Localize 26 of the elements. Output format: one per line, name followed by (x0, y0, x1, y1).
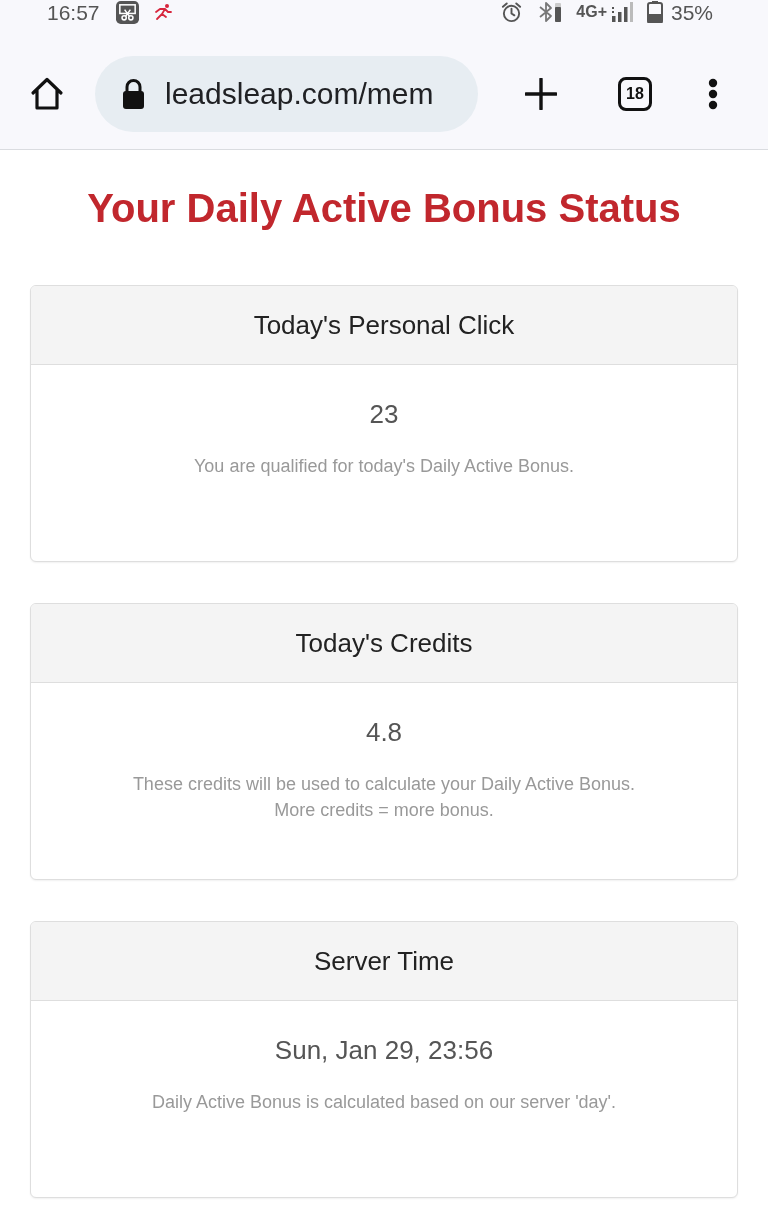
lock-icon (122, 78, 145, 109)
card-description: You are qualified for today's Daily Active Bonus. (194, 455, 574, 478)
battery-icon (646, 1, 663, 23)
battery-percentage: 35% (670, 1, 713, 23)
home-icon[interactable] (30, 76, 64, 111)
card-header-title: Today's Credits (295, 627, 473, 659)
bluetooth-battery-icon (537, 1, 564, 23)
alarm-clock-icon (501, 1, 523, 23)
card-value: Sun, Jan 29, 23:56 (274, 1034, 494, 1066)
card-description: These credits will be used to calculate your Daily Active Bonus. (132, 773, 636, 796)
url-text: leadsleap.com/mem (165, 78, 434, 109)
clock-time: 16:57 (47, 1, 100, 23)
card-description: Daily Active Bonus is calculated based on our server 'day'. (151, 1091, 617, 1114)
signal-icon (610, 2, 633, 22)
card-header-title: Server Time (313, 945, 455, 977)
menu-icon[interactable] (708, 77, 718, 110)
network-type-label: 4G+ (576, 4, 607, 20)
page-title: Your Daily Active Bonus Status (86, 185, 682, 232)
new-tab-plus-icon[interactable] (525, 77, 557, 110)
card-header-title: Today's Personal Click (253, 309, 515, 341)
address-bar[interactable]: leadsleap.com/mem (95, 55, 478, 132)
runner-icon (153, 3, 172, 21)
card-description: More credits = more bonus. (274, 799, 494, 822)
card-value: 4.8 (365, 716, 403, 748)
tab-count-button[interactable]: 18 (618, 76, 652, 111)
card-value: 23 (369, 398, 399, 430)
